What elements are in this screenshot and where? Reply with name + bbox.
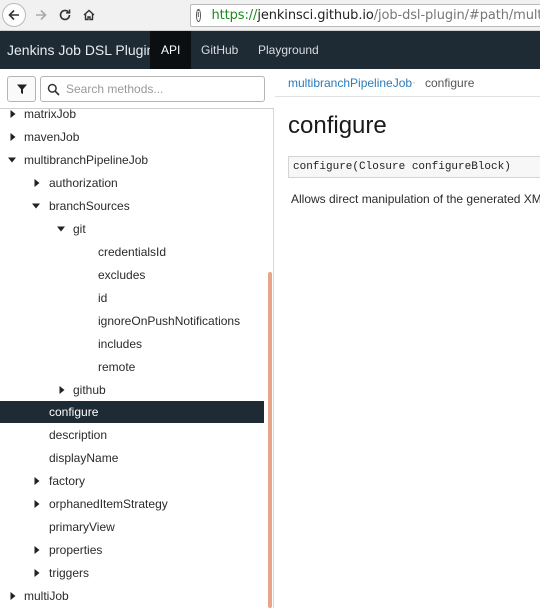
arrow-right-icon xyxy=(36,9,47,21)
tree-item-factory[interactable]: factory xyxy=(0,470,264,492)
tree-item-label: multibranchPipelineJob xyxy=(24,153,149,167)
caret-right-icon xyxy=(34,569,40,577)
tree-item-multijob[interactable]: multiJob xyxy=(0,585,264,607)
tree-item-label: includes xyxy=(98,337,143,351)
caret-right-icon xyxy=(34,477,40,485)
tree-item-label: matrixJob xyxy=(24,109,77,121)
tree-item-label: credentialsId xyxy=(98,245,167,259)
address-bar[interactable]: i https://jenkinsci.github.io/job-dsl-pl… xyxy=(190,4,540,27)
tree-item-label: multiJob xyxy=(24,589,69,603)
method-signature: configure(Closure configureBlock) xyxy=(288,156,540,178)
tree-item-git[interactable]: git xyxy=(0,218,264,240)
sidebar-scrollbar-thumb[interactable] xyxy=(268,272,272,608)
tree-item-includes[interactable]: includes xyxy=(0,333,264,355)
tree-item-label: branchSources xyxy=(49,199,130,213)
tree-item-label: ignoreOnPushNotifications xyxy=(98,314,241,328)
tree-item-remote[interactable]: remote xyxy=(0,356,264,378)
caret-right-icon xyxy=(59,386,65,394)
home-icon xyxy=(83,9,95,21)
tree-item-credentialsid[interactable]: credentialsId xyxy=(0,241,264,263)
tree-item-label: configure xyxy=(49,405,99,419)
tree-item-label: factory xyxy=(49,474,86,488)
tree-item-configure[interactable]: configure xyxy=(0,401,264,423)
tree-item-label: remote xyxy=(98,360,136,374)
tree-item-displayname[interactable]: displayName xyxy=(0,447,264,469)
url-text: https://jenkinsci.github.io/job-dsl-plug… xyxy=(212,8,540,23)
breadcrumb-separator: · xyxy=(412,75,416,89)
tree-item-ignoreonpushnotifications[interactable]: ignoreOnPushNotifications xyxy=(0,310,264,332)
tree-item-description[interactable]: description xyxy=(0,424,264,446)
breadcrumb-parent-link[interactable]: multibranchPipelineJob xyxy=(288,76,412,90)
search-box[interactable] xyxy=(40,76,265,102)
tree-item-branchsources[interactable]: branchSources xyxy=(0,195,264,217)
filter-icon xyxy=(16,84,27,94)
tree-item-label: properties xyxy=(49,543,103,557)
main-content: multibranchPipelineJob · configure confi… xyxy=(275,69,540,608)
forward-button[interactable] xyxy=(29,3,53,27)
tree-item-label: id xyxy=(98,291,108,305)
brand-title[interactable]: Jenkins Job DSL Plugin xyxy=(7,42,154,58)
search-row xyxy=(0,69,274,109)
app-navbar: Jenkins Job DSL Plugin API GitHub Playgr… xyxy=(0,31,540,69)
reload-icon xyxy=(59,9,71,21)
tree-item-label: git xyxy=(73,222,86,236)
url-scheme: https:// xyxy=(211,8,258,23)
tree-item-properties[interactable]: properties xyxy=(0,539,264,561)
tree-item-primaryview[interactable]: primaryView xyxy=(0,516,264,538)
caret-right-icon xyxy=(10,110,16,118)
tree-item-label: displayName xyxy=(49,451,119,465)
tree-item-label: description xyxy=(49,428,108,442)
nav-playground[interactable]: Playground xyxy=(247,31,330,69)
caret-right-icon xyxy=(10,133,16,141)
caret-right-icon xyxy=(34,179,40,187)
tree-item-authorization[interactable]: authorization xyxy=(0,172,264,194)
filter-button[interactable] xyxy=(7,76,36,102)
tree-item-orphaneditemstrategy[interactable]: orphanedItemStrategy xyxy=(0,493,264,515)
back-button[interactable] xyxy=(2,3,26,27)
tree-item-label: authorization xyxy=(49,176,118,190)
tree-item-label: github xyxy=(73,383,106,397)
tree-item-label: mavenJob xyxy=(24,130,80,144)
search-icon xyxy=(47,83,60,96)
caret-right-icon xyxy=(34,500,40,508)
caret-down-icon xyxy=(57,226,65,232)
tree-item-id[interactable]: id xyxy=(0,287,264,309)
home-button[interactable] xyxy=(77,3,101,27)
method-description: Allows direct manipulation of the genera… xyxy=(291,192,540,206)
tree-item-label: orphanedItemStrategy xyxy=(49,497,168,511)
arrow-left-icon xyxy=(8,9,19,21)
page-title: configure xyxy=(288,112,387,139)
nav-api[interactable]: API xyxy=(150,31,192,69)
breadcrumb-current: configure xyxy=(425,76,475,90)
caret-down-icon xyxy=(8,157,16,163)
method-tree: matrixJob mavenJob multibranchPipelineJo… xyxy=(0,109,268,608)
tree-item-excludes[interactable]: excludes xyxy=(0,264,264,286)
url-path: /job-dsl-plugin/#path/multibranch xyxy=(373,8,540,23)
caret-right-icon xyxy=(34,546,40,554)
browser-toolbar: i https://jenkinsci.github.io/job-dsl-pl… xyxy=(0,0,540,31)
sidebar: matrixJob mavenJob multibranchPipelineJo… xyxy=(0,69,274,608)
tree-item-label: triggers xyxy=(49,566,90,580)
caret-down-icon xyxy=(32,203,40,209)
url-host: jenkinsci.github.io xyxy=(257,8,374,23)
nav-github[interactable]: GitHub xyxy=(190,31,249,69)
search-input[interactable] xyxy=(66,82,256,96)
tree-item-label: primaryView xyxy=(49,520,115,534)
tree-item-github[interactable]: github xyxy=(0,379,264,401)
breadcrumb: multibranchPipelineJob · configure xyxy=(275,69,540,97)
tree-item-matrixjob[interactable]: matrixJob xyxy=(0,109,264,125)
tree-item-label: excludes xyxy=(98,268,146,282)
reload-button[interactable] xyxy=(53,3,77,27)
info-icon[interactable]: i xyxy=(196,9,201,22)
tree-item-mavenjob[interactable]: mavenJob xyxy=(0,126,264,148)
tree-item-multibranchpipelinejob[interactable]: multibranchPipelineJob xyxy=(0,149,264,171)
tree-item-triggers[interactable]: triggers xyxy=(0,562,264,584)
caret-right-icon xyxy=(10,592,16,600)
